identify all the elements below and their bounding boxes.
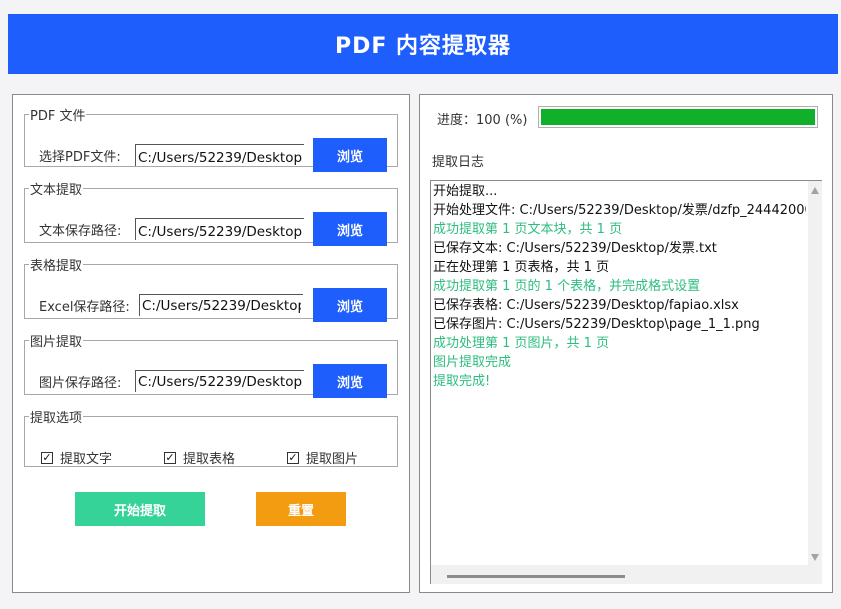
table-extract-legend: 表格提取 [30,259,83,274]
log-line: 成功处理第 1 页图片，共 1 页 [433,336,610,351]
vertical-scrollbar[interactable] [808,181,822,566]
pdf-file-group: PDF 文件 选择PDF文件: 浏览 [24,105,398,172]
scroll-down-arrow-icon[interactable] [811,554,819,561]
checkbox-icon[interactable]: ✓ [164,451,176,464]
log-line: 成功提取第 1 页文本块，共 1 页 [433,222,623,237]
log-title: 提取日志 [432,155,485,170]
text-extract-group: 文本提取 文本保存路径: 浏览 [24,179,398,246]
scroll-up-arrow-icon[interactable] [811,187,819,194]
option-extract-image[interactable]: ✓ 提取图片 [287,448,358,467]
horizontal-scroll-thumb[interactable] [447,575,625,578]
log-line: 成功提取第 1 页的 1 个表格，并完成格式设置 [433,279,701,294]
app-title-bar: PDF 内容提取器 [8,14,838,74]
table-browse-button[interactable]: 浏览 [313,288,387,322]
progress-fill [541,109,815,125]
pdf-file-legend: PDF 文件 [30,109,86,124]
image-extract-group: 图片提取 图片保存路径: 浏览 [24,331,398,398]
option-extract-text[interactable]: ✓ 提取文字 [41,448,112,467]
horizontal-scrollbar[interactable] [431,565,822,584]
checkbox-icon[interactable]: ✓ [287,451,299,464]
log-line: 提取完成! [433,374,491,389]
excel-save-label: Excel保存路径: [39,299,130,315]
start-extract-button[interactable]: 开始提取 [75,492,205,526]
image-extract-legend: 图片提取 [30,335,83,350]
progress-label: 进度：100 (%) [437,113,528,128]
checkbox-icon[interactable]: ✓ [41,451,53,464]
option-label: 提取表格 [183,452,236,467]
extract-options-group: 提取选项 ✓ 提取文字 ✓ 提取表格 ✓ 提取图片 [24,407,398,467]
text-browse-button[interactable]: 浏览 [313,212,387,246]
log-line: 开始提取... [433,184,498,199]
log-line: 已保存图片: C:/Users/52239/Desktop\page_1_1.p… [433,317,760,332]
text-save-path-input[interactable] [135,218,304,240]
pdf-file-label: 选择PDF文件: [39,149,121,165]
image-save-label: 图片保存路径: [39,375,122,391]
settings-panel: PDF 文件 选择PDF文件: 浏览 文本提取 文本保存路径: 浏览 表格提取 … [12,94,410,593]
pdf-file-input[interactable] [135,144,304,166]
output-panel: 进度：100 (%) 提取日志 开始提取... 开始处理文件: C:/Users/… [419,94,833,593]
log-textarea[interactable]: 开始提取... 开始处理文件: C:/Users/52239/Desktop/发票… [430,180,822,584]
log-line: 已保存文本: C:/Users/52239/Desktop/发票.txt [433,241,717,256]
excel-save-path-input[interactable] [139,294,303,316]
log-lines: 开始提取... 开始处理文件: C:/Users/52239/Desktop/发票… [433,182,806,391]
reset-button[interactable]: 重置 [256,492,346,526]
extract-options-legend: 提取选项 [30,411,83,426]
text-save-label: 文本保存路径: [39,223,122,239]
log-line: 开始处理文件: C:/Users/52239/Desktop/发票/dzfp_2… [433,203,806,218]
app-title: PDF 内容提取器 [334,34,512,59]
pdf-browse-button[interactable]: 浏览 [313,138,387,172]
image-browse-button[interactable]: 浏览 [313,364,387,398]
table-extract-group: 表格提取 Excel保存路径: 浏览 [24,255,398,322]
option-extract-table[interactable]: ✓ 提取表格 [164,448,235,467]
log-line: 已保存表格: C:/Users/52239/Desktop/fapiao.xls… [433,298,739,313]
option-label: 提取图片 [306,452,359,467]
progress-bar [538,106,818,128]
image-save-path-input[interactable] [135,370,304,392]
log-line: 正在处理第 1 页表格，共 1 页 [433,260,610,275]
option-label: 提取文字 [60,452,113,467]
log-line: 图片提取完成 [433,355,512,370]
text-extract-legend: 文本提取 [30,183,83,198]
